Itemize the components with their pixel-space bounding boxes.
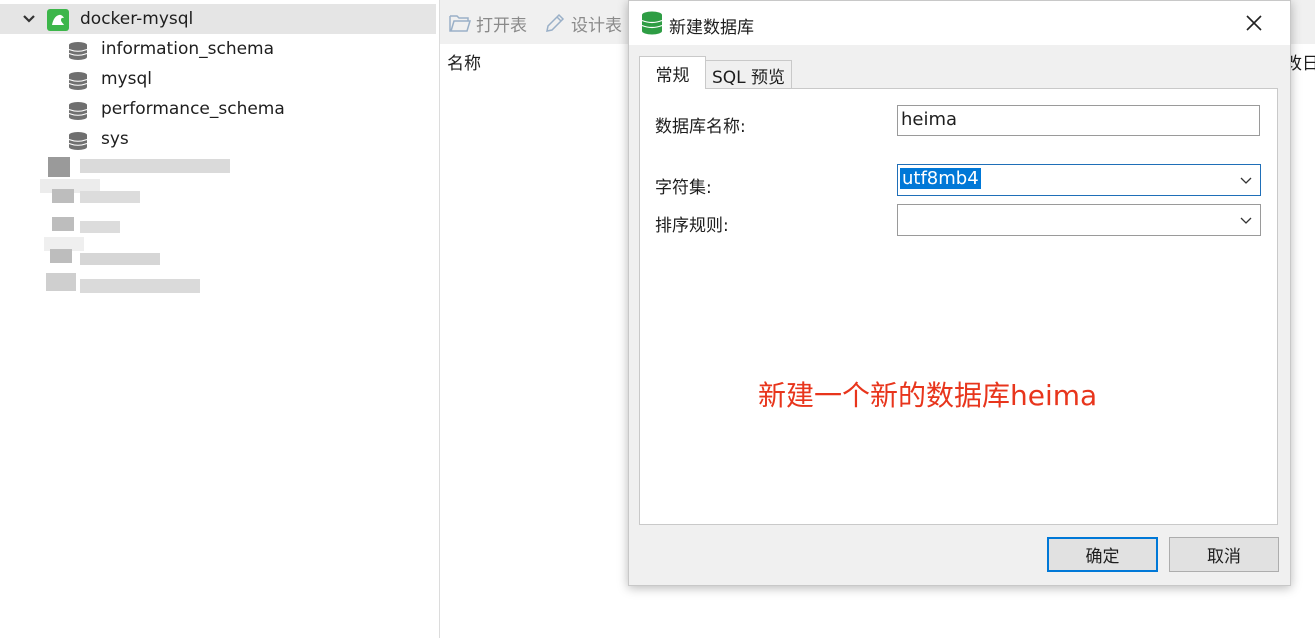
annotation-text: 新建一个新的数据库heima xyxy=(758,379,1098,412)
charset-label: 字符集: xyxy=(655,178,712,198)
tree-db-performance-schema[interactable]: performance_schema xyxy=(0,94,436,124)
design-table-label: 设计表 xyxy=(571,15,622,36)
obscured-connections xyxy=(40,155,240,300)
tree-db-information-schema[interactable]: information_schema xyxy=(0,34,436,64)
dialog-titlebar[interactable]: 新建数据库 xyxy=(629,1,1290,45)
cancel-label: 取消 xyxy=(1207,547,1241,567)
database-label: sys xyxy=(101,129,129,149)
chevron-down-icon[interactable] xyxy=(22,13,36,25)
db-name-input[interactable]: heima xyxy=(897,105,1260,136)
charset-value: utf8mb4 xyxy=(900,168,981,189)
tab-general-label: 常规 xyxy=(655,65,690,86)
design-table-button[interactable]: 设计表 xyxy=(543,10,622,36)
charset-select[interactable]: utf8mb4 xyxy=(897,164,1261,196)
database-icon xyxy=(641,11,663,35)
general-panel: 数据库名称: heima 字符集: utf8mb4 排序规则: 新建一个新的数据… xyxy=(639,88,1278,525)
tree-db-mysql[interactable]: mysql xyxy=(0,64,436,94)
database-icon xyxy=(68,102,88,120)
database-label: information_schema xyxy=(101,39,275,59)
close-icon[interactable] xyxy=(1240,9,1268,37)
connection-label: docker-mysql xyxy=(80,9,194,29)
new-database-dialog: 新建数据库 常规 SQL 预览 数据库名称: heima 字符集: utf8mb… xyxy=(628,0,1291,586)
database-label: performance_schema xyxy=(101,99,285,119)
tab-sql-preview-label: SQL 预览 xyxy=(711,67,786,88)
open-table-label: 打开表 xyxy=(476,15,527,36)
database-icon xyxy=(68,42,88,60)
open-table-button[interactable]: 打开表 xyxy=(448,10,527,36)
cancel-button[interactable]: 取消 xyxy=(1169,537,1279,572)
column-header-name[interactable]: 名称 xyxy=(447,49,481,74)
ok-label: 确定 xyxy=(1085,547,1120,567)
database-icon xyxy=(68,72,88,90)
tree-connection-docker-mysql[interactable]: docker-mysql xyxy=(0,4,436,34)
chevron-down-icon[interactable] xyxy=(1240,175,1252,185)
tab-sql-preview[interactable]: SQL 预览 xyxy=(706,60,792,89)
database-label: mysql xyxy=(101,69,152,89)
tab-general[interactable]: 常规 xyxy=(639,56,706,89)
db-name-label: 数据库名称: xyxy=(655,117,746,137)
chevron-down-icon[interactable] xyxy=(1240,215,1252,225)
folder-open-icon xyxy=(449,15,472,32)
navigation-tree: docker-mysql information_schema mysql pe… xyxy=(0,0,440,638)
collation-select[interactable] xyxy=(897,204,1261,236)
mysql-connection-icon xyxy=(47,9,69,31)
tree-db-sys[interactable]: sys xyxy=(0,124,436,154)
database-icon xyxy=(68,132,88,150)
pencil-icon xyxy=(546,13,565,32)
db-name-value: heima xyxy=(901,109,958,130)
dialog-title: 新建数据库 xyxy=(669,18,754,38)
ok-button[interactable]: 确定 xyxy=(1047,537,1158,572)
collation-label: 排序规则: xyxy=(655,216,729,236)
